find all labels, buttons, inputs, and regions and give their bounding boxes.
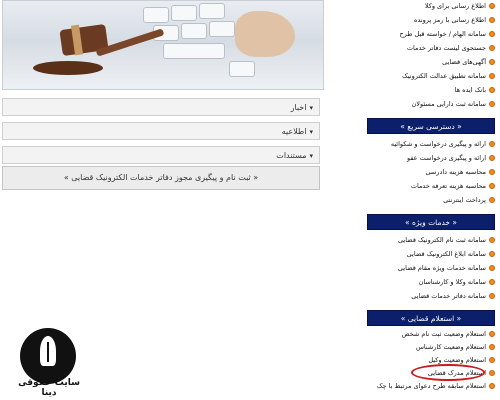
sidebar-item[interactable]: سامانه وکلا و کارشناسان xyxy=(367,276,495,289)
bullet-icon xyxy=(489,251,495,257)
bullet-icon xyxy=(489,31,495,37)
chevron-down-icon: ▾ xyxy=(309,104,313,112)
sidebar-item[interactable]: اطلاع رسانی برای وکلا xyxy=(367,0,495,13)
judicial-inquiry-header: « استعلام قضایی » xyxy=(367,310,495,326)
chevron-down-icon: ▾ xyxy=(309,128,313,136)
panel-announcements[interactable]: ▾اطلاعیه xyxy=(2,122,320,140)
bullet-icon xyxy=(489,73,495,79)
logo-text: سایت حقوقی دینا xyxy=(18,378,80,398)
chevron-down-icon: ▾ xyxy=(309,152,313,160)
highlight-circle xyxy=(411,364,485,381)
bullet-icon xyxy=(489,87,495,93)
hero-banner xyxy=(2,0,324,90)
bullet-icon xyxy=(489,331,495,337)
panel-documents[interactable]: ▾مستندات xyxy=(2,146,320,164)
bullet-icon xyxy=(489,183,495,189)
sidebar-item[interactable]: سامانه الهام / خواسته قبل طرح xyxy=(367,28,495,41)
bullet-icon xyxy=(489,293,495,299)
panel-news[interactable]: ▾اخبار xyxy=(2,98,320,116)
bullet-icon xyxy=(489,370,495,376)
bullet-icon xyxy=(489,3,495,9)
register-license-link[interactable]: « ثبت نام و پیگیری مجوز دفاتر خدمات الکت… xyxy=(2,166,320,190)
sidebar-item[interactable]: محاسبه هزینه تعرفه خدمات xyxy=(367,180,495,193)
bullet-icon xyxy=(489,101,495,107)
sidebar-item[interactable]: محاسبه هزینه دادرسی xyxy=(367,166,495,179)
sidebar-item[interactable]: استعلام وضعیت کارشناس xyxy=(367,341,495,354)
hand-image xyxy=(235,11,295,57)
sidebar-item[interactable]: ارائه و پیگیری درخواست و شکوائیه xyxy=(367,138,495,151)
sidebar-item[interactable]: سامانه ثبت نام الکترونیک قضایی xyxy=(367,234,495,247)
sidebar-item[interactable]: جستجوی لیست دفاتر خدمات xyxy=(367,42,495,55)
sidebar-item[interactable]: استعلام وضعیت ثبت نام شخص xyxy=(367,328,495,341)
bullet-icon xyxy=(489,344,495,350)
sidebar-item[interactable]: استعلام سابقه طرح دعوای مرتبط با چک xyxy=(367,380,495,393)
bullet-icon xyxy=(489,265,495,271)
sidebar-item[interactable]: سامانه دفاتر خدمات قضایی xyxy=(367,290,495,303)
sidebar-item[interactable]: اطلاع رسانی با رمز پرونده xyxy=(367,14,495,27)
bullet-icon xyxy=(489,357,495,363)
bullet-icon xyxy=(489,17,495,23)
bullet-icon xyxy=(489,155,495,161)
sidebar-item[interactable]: سامانه خدمات ویژه مقام قضایی xyxy=(367,262,495,275)
bullet-icon xyxy=(489,169,495,175)
bullet-icon xyxy=(489,197,495,203)
gavel-base xyxy=(33,61,103,75)
bullet-icon xyxy=(489,141,495,147)
sidebar: اطلاع رسانی برای وکلا اطلاع رسانی با رمز… xyxy=(367,0,499,400)
sidebar-item[interactable]: سامانه ابلاغ الکترونیک قضایی xyxy=(367,248,495,261)
sidebar-item[interactable]: سامانه ثبت دارایی مسئولان xyxy=(367,98,495,111)
quick-access-header: « دسترسی سریع » xyxy=(367,118,495,134)
sidebar-item[interactable]: آگهی‌های قضایی xyxy=(367,56,495,69)
sidebar-item[interactable]: پرداخت اینترنتی xyxy=(367,194,495,207)
bullet-icon xyxy=(489,383,495,389)
sidebar-item[interactable]: ارائه و پیگیری درخواست عفو xyxy=(367,152,495,165)
bullet-icon xyxy=(489,45,495,51)
sidebar-item[interactable]: سامانه تطبیق عدالت الکترونیک xyxy=(367,70,495,83)
bullet-icon xyxy=(489,237,495,243)
bullet-icon xyxy=(489,279,495,285)
special-services-header: « خدمات ویژه » xyxy=(367,214,495,230)
sidebar-item[interactable]: بانک ایده ها xyxy=(367,84,495,97)
bullet-icon xyxy=(489,59,495,65)
